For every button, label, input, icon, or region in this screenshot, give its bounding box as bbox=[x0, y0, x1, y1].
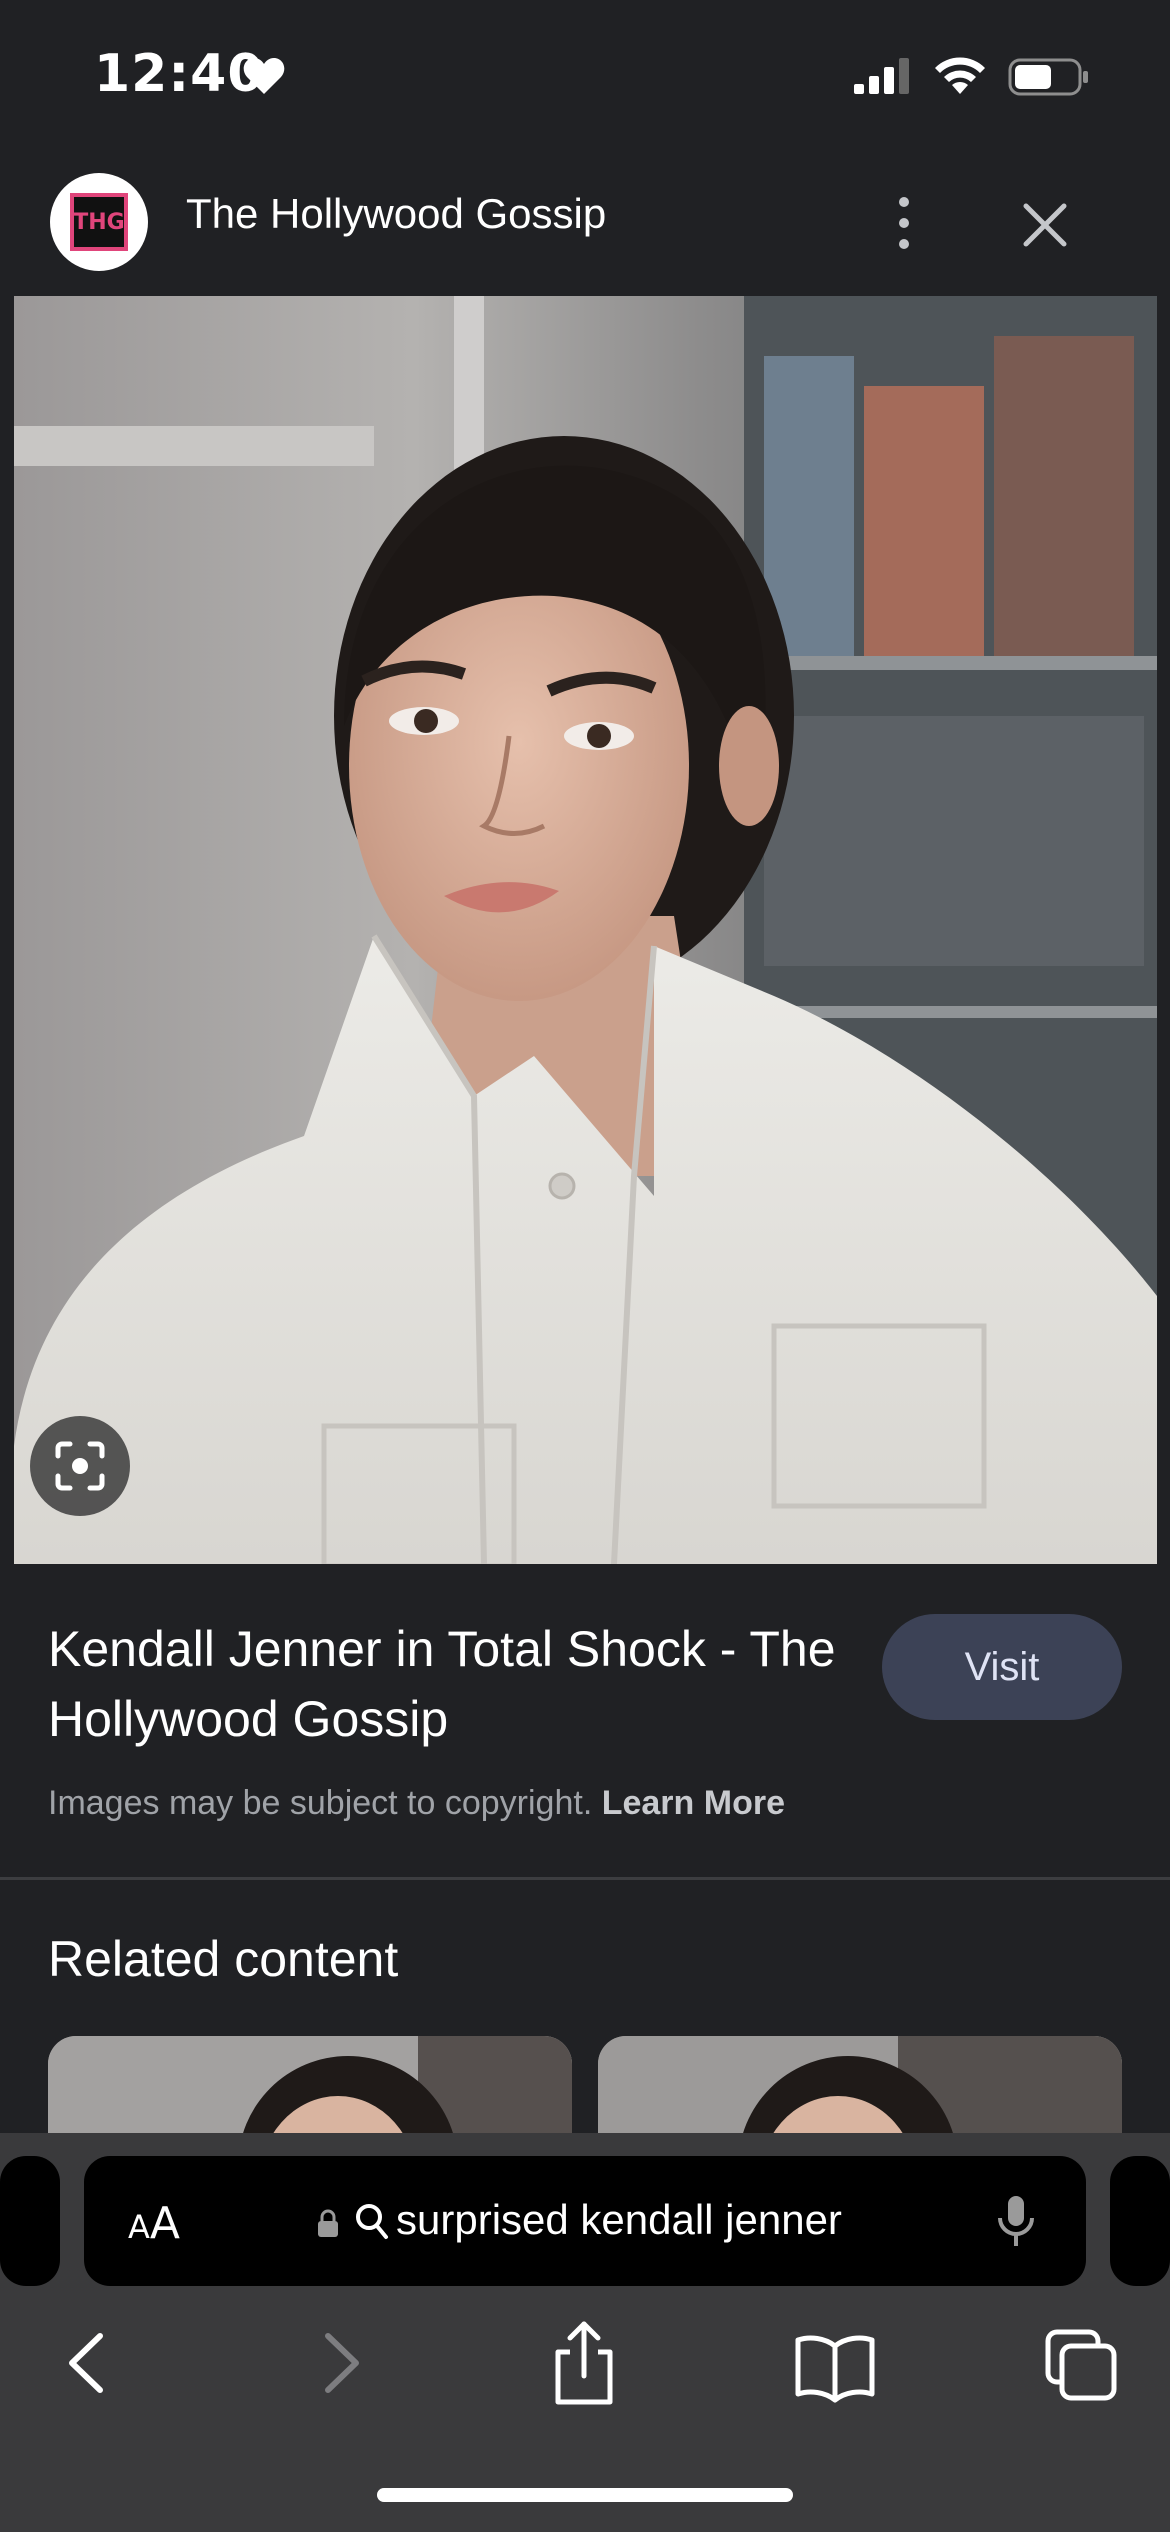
site-logo-text: THG bbox=[70, 193, 128, 251]
reader-text-size-button[interactable]: AA bbox=[128, 2198, 180, 2249]
tabs-icon bbox=[1045, 2329, 1117, 2401]
forward-icon bbox=[325, 2333, 359, 2393]
divider bbox=[0, 1877, 1170, 1880]
result-image[interactable] bbox=[14, 296, 1157, 1564]
share-icon bbox=[555, 2321, 613, 2405]
back-button[interactable] bbox=[48, 2318, 128, 2408]
image-title[interactable]: Kendall Jenner in Total Shock - The Holl… bbox=[48, 1614, 848, 1754]
back-icon bbox=[69, 2333, 103, 2393]
copyright-text: Images may be subject to copyright. bbox=[48, 1784, 593, 1822]
copyright-notice: Images may be subject to copyright. Lear… bbox=[48, 1784, 785, 1823]
next-tab-peek[interactable] bbox=[1110, 2156, 1170, 2286]
url-text[interactable]: surprised kendall jenner bbox=[396, 2196, 842, 2244]
close-icon bbox=[1023, 203, 1067, 247]
microphone-icon[interactable] bbox=[996, 2194, 1036, 2250]
site-name[interactable]: The Hollywood Gossip bbox=[186, 190, 606, 238]
lens-scan-icon bbox=[55, 1441, 105, 1491]
forward-button[interactable] bbox=[300, 2318, 380, 2408]
related-content-heading: Related content bbox=[48, 1931, 399, 1987]
address-bar[interactable]: AA surprised kendall jenner bbox=[84, 2156, 1086, 2286]
status-time: 12:40 bbox=[94, 44, 265, 104]
search-icon bbox=[356, 2204, 388, 2239]
learn-more-link[interactable]: Learn More bbox=[602, 1784, 785, 1822]
source-header: THG The Hollywood Gossip bbox=[0, 150, 1170, 296]
close-button[interactable] bbox=[1010, 190, 1080, 260]
status-bar: 12:40 bbox=[0, 0, 1170, 150]
bookmarks-button[interactable] bbox=[792, 2318, 878, 2408]
share-button[interactable] bbox=[544, 2318, 624, 2408]
photo bbox=[14, 296, 1157, 1564]
bookmarks-icon bbox=[795, 2335, 875, 2403]
heart-icon bbox=[243, 58, 285, 94]
site-logo[interactable]: THG bbox=[50, 173, 148, 271]
battery-icon bbox=[1008, 58, 1088, 96]
more-vertical-icon bbox=[899, 197, 909, 249]
home-indicator[interactable] bbox=[377, 2488, 793, 2502]
previous-tab-peek[interactable] bbox=[0, 2156, 60, 2286]
visit-button[interactable]: Visit bbox=[882, 1614, 1122, 1720]
more-options-button[interactable] bbox=[880, 188, 928, 258]
lens-button[interactable] bbox=[30, 1416, 130, 1516]
lock-icon bbox=[318, 2209, 338, 2237]
wifi-icon bbox=[935, 57, 985, 94]
tabs-button[interactable] bbox=[1040, 2318, 1126, 2408]
cellular-signal-icon bbox=[854, 58, 909, 94]
aa-large: A bbox=[149, 2198, 180, 2249]
aa-small: A bbox=[128, 2208, 150, 2246]
